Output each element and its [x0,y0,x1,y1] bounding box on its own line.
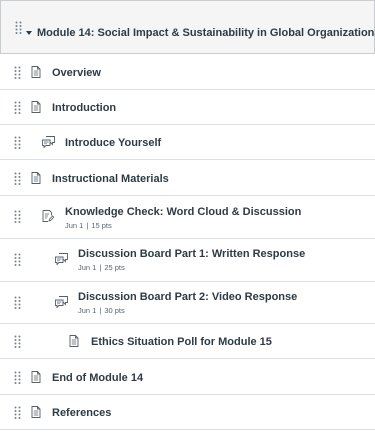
item-title[interactable]: Overview [52,67,101,79]
item-title[interactable]: End of Module 14 [52,372,143,384]
drag-handle-icon[interactable] [15,21,22,34]
item-meta: Jun 1 | 15 pts [65,221,112,230]
discussion-icon [42,136,55,148]
item-meta: Jun 1 | 25 pts [78,263,125,272]
points: 25 pts [104,263,125,272]
item-title[interactable]: Discussion Board Part 1: Written Respons… [78,248,305,260]
module-item-discussion-part-1[interactable]: Discussion Board Part 1: Written Respons… [0,239,375,282]
item-title[interactable]: Introduce Yourself [65,137,161,149]
module-container: Module 14: Social Impact & Sustainabilit… [0,0,375,437]
item-title[interactable]: Introduction [52,102,116,114]
drag-handle-icon[interactable] [14,101,21,114]
item-title[interactable]: References [52,407,111,419]
discussion-icon [55,296,68,308]
module-item-ethics-poll[interactable]: Ethics Situation Poll for Module 15 [0,324,375,359]
points: 30 pts [104,306,125,315]
drag-handle-icon[interactable] [14,371,21,384]
due-date: Jun 1 [65,221,84,230]
module-item-references[interactable]: References [0,395,375,430]
due-date: Jun 1 [78,306,97,315]
module-item-introduction[interactable]: Introduction [0,90,375,125]
page-icon [31,371,41,383]
caret-down-icon[interactable] [26,31,32,36]
drag-handle-icon[interactable] [14,406,21,419]
drag-handle-icon[interactable] [14,136,21,149]
module-item-introduce-yourself[interactable]: Introduce Yourself [0,125,375,160]
page-icon [31,66,41,78]
quiz-icon [42,210,54,222]
drag-handle-icon[interactable] [14,296,21,309]
page-icon [31,172,41,184]
module-title[interactable]: Module 14: Social Impact & Sustainabilit… [37,27,375,39]
page-icon [31,101,41,113]
drag-handle-icon[interactable] [14,335,21,348]
module-header[interactable]: Module 14: Social Impact & Sustainabilit… [0,0,375,54]
page-icon [69,335,79,347]
discussion-icon [55,253,68,265]
module-item-overview[interactable]: Overview [0,54,375,90]
drag-handle-icon[interactable] [14,172,21,185]
drag-handle-icon[interactable] [14,210,21,223]
drag-handle-icon[interactable] [14,253,21,266]
page-icon [31,406,41,418]
module-item-instructional-materials[interactable]: Instructional Materials [0,160,375,196]
item-title[interactable]: Instructional Materials [52,173,169,185]
item-meta: Jun 1 | 30 pts [78,306,125,315]
module-item-end-of-module[interactable]: End of Module 14 [0,359,375,395]
item-title[interactable]: Discussion Board Part 2: Video Response [78,291,297,303]
points: 15 pts [91,221,112,230]
module-item-discussion-part-2[interactable]: Discussion Board Part 2: Video Response … [0,282,375,324]
module-item-knowledge-check[interactable]: Knowledge Check: Word Cloud & Discussion… [0,196,375,239]
drag-handle-icon[interactable] [14,66,21,79]
due-date: Jun 1 [78,263,97,272]
item-title[interactable]: Ethics Situation Poll for Module 15 [91,336,272,348]
item-title[interactable]: Knowledge Check: Word Cloud & Discussion [65,206,301,218]
